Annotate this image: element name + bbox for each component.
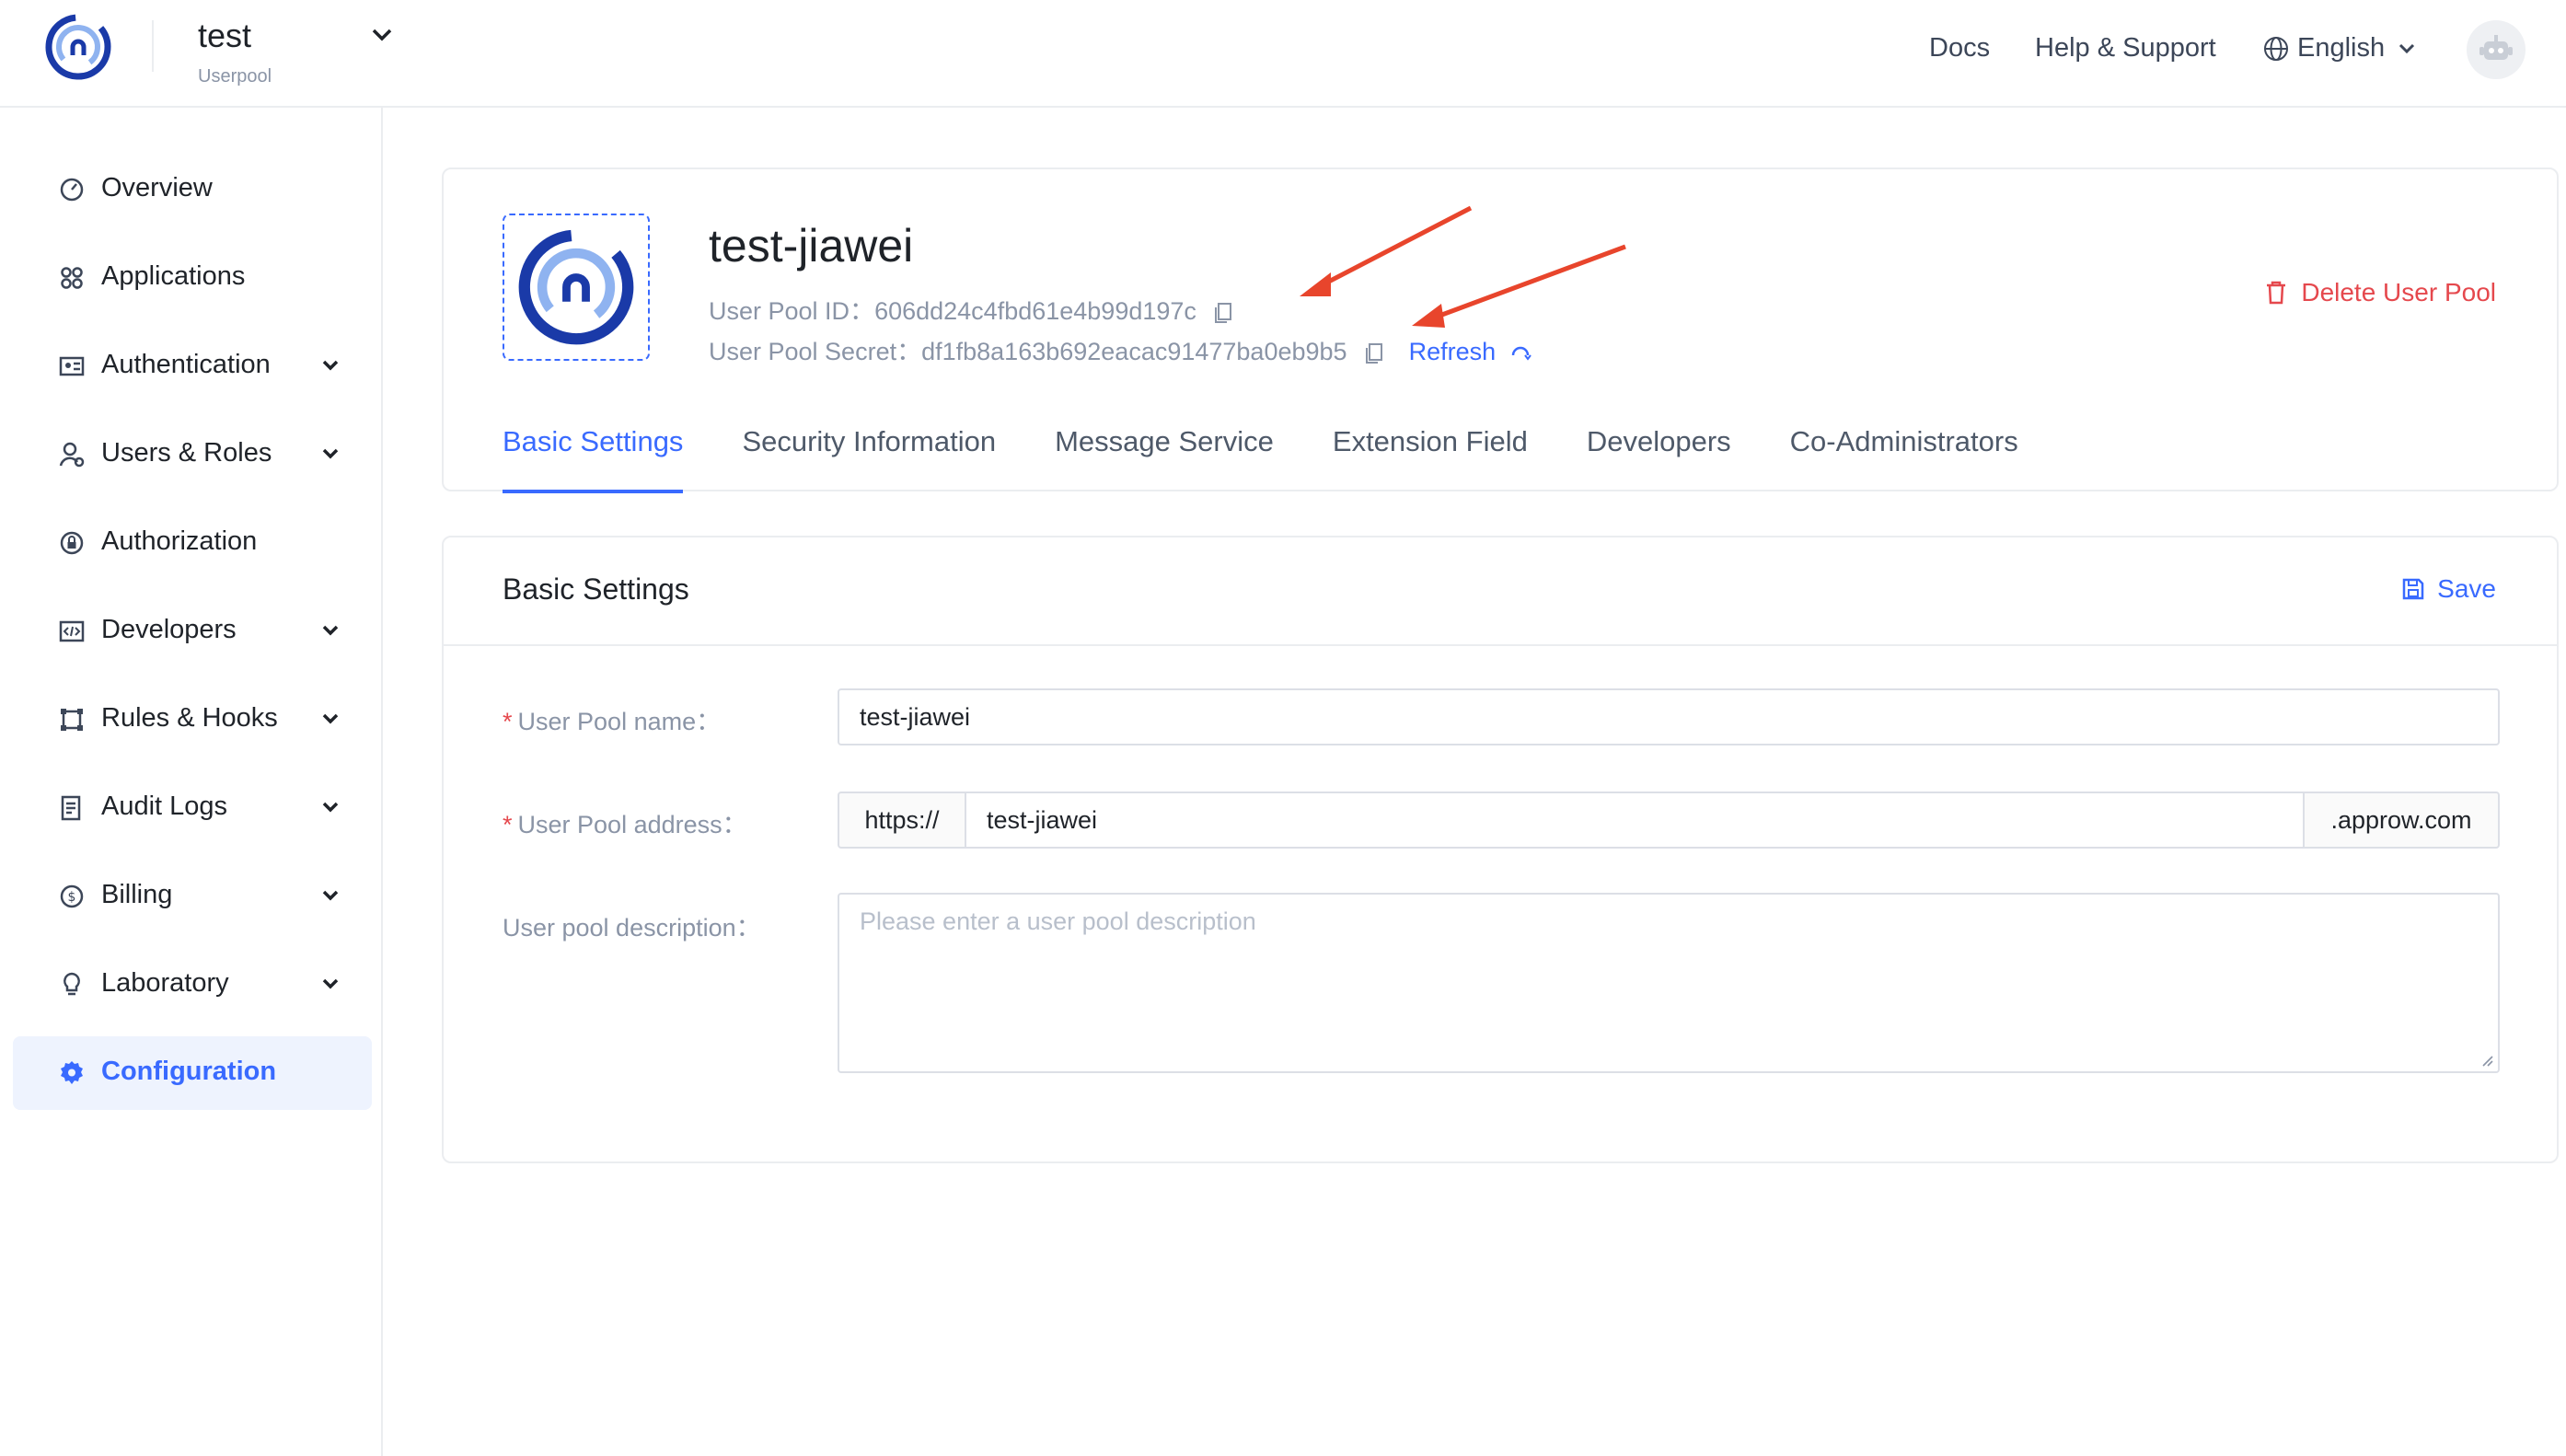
user-pool-id-row: User Pool ID：606dd24c4fbd61e4b99d197c	[709, 291, 1234, 327]
sidebar-item-laboratory[interactable]: Laboratory	[13, 948, 372, 1022]
user-pool-secret-label: User Pool Secret：	[709, 338, 922, 365]
sidebar-item-label: Users & Roles	[101, 438, 272, 468]
sidebar-item-configuration[interactable]: Configuration	[13, 1036, 372, 1110]
copy-icon[interactable]	[1363, 341, 1385, 365]
chevron-down-icon	[322, 713, 339, 724]
lock-circle-icon	[60, 531, 84, 555]
current-pool-type: Userpool	[198, 66, 272, 87]
user-pool-header-card: test-jiawei User Pool ID：606dd24c4fbd61e…	[442, 168, 2559, 493]
save-label: Save	[2437, 574, 2496, 603]
language-chevron-down-icon[interactable]	[2397, 40, 2417, 57]
tab-message-service[interactable]: Message Service	[1055, 420, 1274, 493]
save-icon	[2402, 578, 2424, 600]
coin-icon: $	[60, 884, 84, 908]
sidebar-item-label: Laboratory	[101, 968, 229, 998]
chevron-down-icon	[322, 625, 339, 636]
user-pool-name-label-text: User Pool name：	[517, 708, 722, 735]
user-pool-secret-value: df1fb8a163b692eacac91477ba0eb9b5	[921, 338, 1347, 365]
sidebar-item-authentication[interactable]: Authentication	[13, 329, 372, 403]
pool-switcher-chevron-icon[interactable]	[368, 24, 396, 46]
chevron-down-icon	[322, 802, 339, 813]
sidebar-item-label: Authorization	[101, 526, 258, 556]
sidebar-item-label: Rules & Hooks	[101, 703, 278, 733]
sidebar-item-applications[interactable]: Applications	[13, 241, 372, 315]
current-pool-name[interactable]: test	[198, 17, 251, 55]
basic-settings-card: Basic Settings Save * User Pool name： tes…	[442, 536, 2559, 1163]
sidebar-item-billing[interactable]: $ Billing	[13, 860, 372, 933]
chevron-down-icon	[322, 448, 339, 459]
robot-avatar-icon	[2479, 35, 2513, 60]
globe-icon[interactable]	[2262, 35, 2290, 63]
tab-security-information[interactable]: Security Information	[742, 420, 996, 493]
svg-text:$: $	[68, 890, 76, 905]
gear-icon	[61, 1061, 83, 1084]
user-pool-logo-icon	[518, 229, 634, 345]
tab-extension-field[interactable]: Extension Field	[1333, 420, 1528, 493]
user-pool-description-label: User pool description：	[503, 914, 761, 942]
sidebar-item-overview[interactable]: Overview	[13, 153, 372, 226]
top-bar: test Userpool Docs Help & Support Englis…	[0, 0, 2566, 108]
sidebar-item-users-roles[interactable]: Users & Roles	[13, 418, 372, 491]
chevron-down-icon	[322, 360, 339, 371]
sidebar-item-developers[interactable]: Developers	[13, 595, 372, 668]
bulb-icon	[64, 972, 80, 996]
trash-icon	[2267, 281, 2286, 305]
sidebar: Overview Applications Authentication Use…	[0, 108, 383, 1456]
address-protocol-addon: https://	[838, 792, 966, 849]
user-pool-id-value: 606dd24c4fbd61e4b99d197c	[874, 297, 1196, 325]
delete-user-pool-button[interactable]: Delete User Pool	[2264, 278, 2496, 307]
sidebar-item-authorization[interactable]: Authorization	[13, 506, 372, 580]
refresh-secret-button[interactable]: Refresh	[1409, 338, 1497, 365]
sidebar-item-label: Developers	[101, 615, 237, 644]
sidebar-item-label: Configuration	[101, 1057, 277, 1086]
refresh-icon[interactable]	[1508, 341, 1532, 365]
delete-user-pool-label: Delete User Pool	[2301, 278, 2496, 306]
save-button[interactable]: Save	[2400, 574, 2496, 604]
sidebar-item-label: Overview	[101, 173, 213, 202]
page-title: test-jiawei	[709, 220, 914, 272]
settings-tabs: Basic Settings Security Information Mess…	[503, 420, 2018, 493]
copy-icon[interactable]	[1212, 301, 1234, 325]
user-pool-description-input[interactable]: Please enter a user pool description	[838, 893, 2500, 1073]
user-pool-address-label-text: User Pool address：	[517, 811, 747, 838]
tab-co-administrators[interactable]: Co-Administrators	[1790, 420, 2018, 493]
docs-link[interactable]: Docs	[1929, 33, 1990, 64]
language-selector[interactable]: English	[2297, 33, 2385, 64]
sidebar-item-label: Applications	[101, 261, 246, 291]
section-title: Basic Settings	[503, 572, 689, 606]
user-pool-address-label: * User Pool address：	[503, 811, 747, 838]
basic-settings-header: Basic Settings Save	[444, 537, 2557, 646]
address-domain-addon: .approw.com	[2303, 792, 2500, 849]
sidebar-item-label: Audit Logs	[101, 792, 228, 821]
user-pool-id-label: User Pool ID：	[709, 297, 875, 325]
chevron-down-icon	[322, 978, 339, 989]
avatar[interactable]	[2467, 20, 2526, 79]
topbar-divider	[152, 20, 154, 72]
grid-icon	[61, 267, 83, 289]
gauge-icon	[60, 178, 84, 202]
user-pool-name-label: * User Pool name：	[503, 708, 722, 735]
resize-grip-icon[interactable]	[2478, 1051, 2494, 1068]
id-card-icon	[59, 356, 85, 376]
help-support-link[interactable]: Help & Support	[2035, 33, 2216, 64]
user-pool-secret-row: User Pool Secret：df1fb8a163b692eacac9147…	[709, 331, 1532, 367]
nodes-icon	[61, 709, 83, 731]
log-icon	[61, 795, 81, 821]
sidebar-item-rules-hooks[interactable]: Rules & Hooks	[13, 683, 372, 757]
tab-basic-settings[interactable]: Basic Settings	[503, 420, 684, 493]
chevron-down-icon	[322, 890, 339, 901]
code-icon	[59, 620, 85, 642]
tab-developers[interactable]: Developers	[1587, 420, 1731, 493]
sidebar-item-audit-logs[interactable]: Audit Logs	[13, 771, 372, 845]
user-icon	[59, 442, 85, 468]
user-pool-logo-upload[interactable]	[503, 214, 650, 361]
sidebar-item-label: Billing	[101, 880, 173, 909]
app-logo-icon[interactable]	[44, 13, 112, 81]
user-pool-name-input[interactable]: test-jiawei	[838, 688, 2500, 745]
sidebar-item-label: Authentication	[101, 350, 271, 379]
user-pool-address-input[interactable]: test-jiawei	[965, 792, 2305, 849]
